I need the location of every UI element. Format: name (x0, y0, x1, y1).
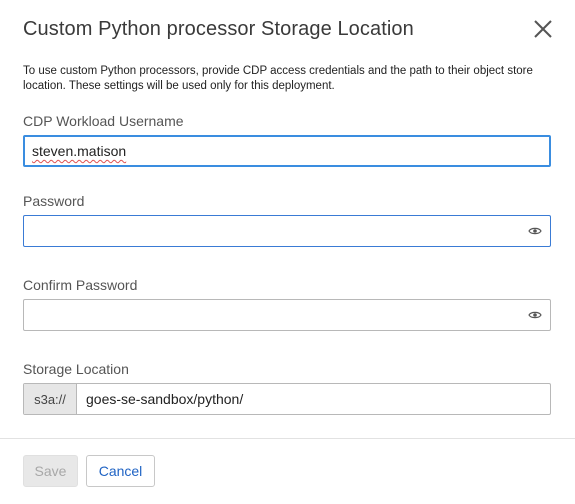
username-label: CDP Workload Username (23, 113, 184, 129)
dialog-header: Custom Python processor Storage Location (0, 0, 575, 60)
save-button[interactable]: Save (23, 455, 78, 487)
password-label: Password (23, 193, 85, 209)
storage-location-label: Storage Location (23, 361, 129, 377)
dialog-title: Custom Python processor Storage Location (23, 18, 414, 40)
storage-location-dialog: Custom Python processor Storage Location… (0, 0, 575, 504)
password-input[interactable] (23, 215, 551, 247)
storage-prefix: s3a:// (24, 384, 77, 414)
confirm-password-input[interactable] (23, 299, 551, 331)
eye-icon[interactable] (528, 226, 542, 236)
confirm-password-label: Confirm Password (23, 277, 138, 293)
storage-location-group: s3a:// goes-se-sandbox/python/ (23, 383, 551, 415)
username-input[interactable]: steven.matison (23, 135, 551, 167)
username-value: steven.matison (32, 143, 127, 159)
cancel-button[interactable]: Cancel (86, 455, 155, 487)
close-icon (534, 20, 552, 38)
close-button[interactable] (530, 16, 556, 42)
footer-divider (0, 438, 575, 439)
storage-location-input[interactable]: goes-se-sandbox/python/ (77, 384, 550, 414)
dialog-description: To use custom Python processors, provide… (23, 65, 533, 92)
eye-icon[interactable] (528, 310, 542, 320)
